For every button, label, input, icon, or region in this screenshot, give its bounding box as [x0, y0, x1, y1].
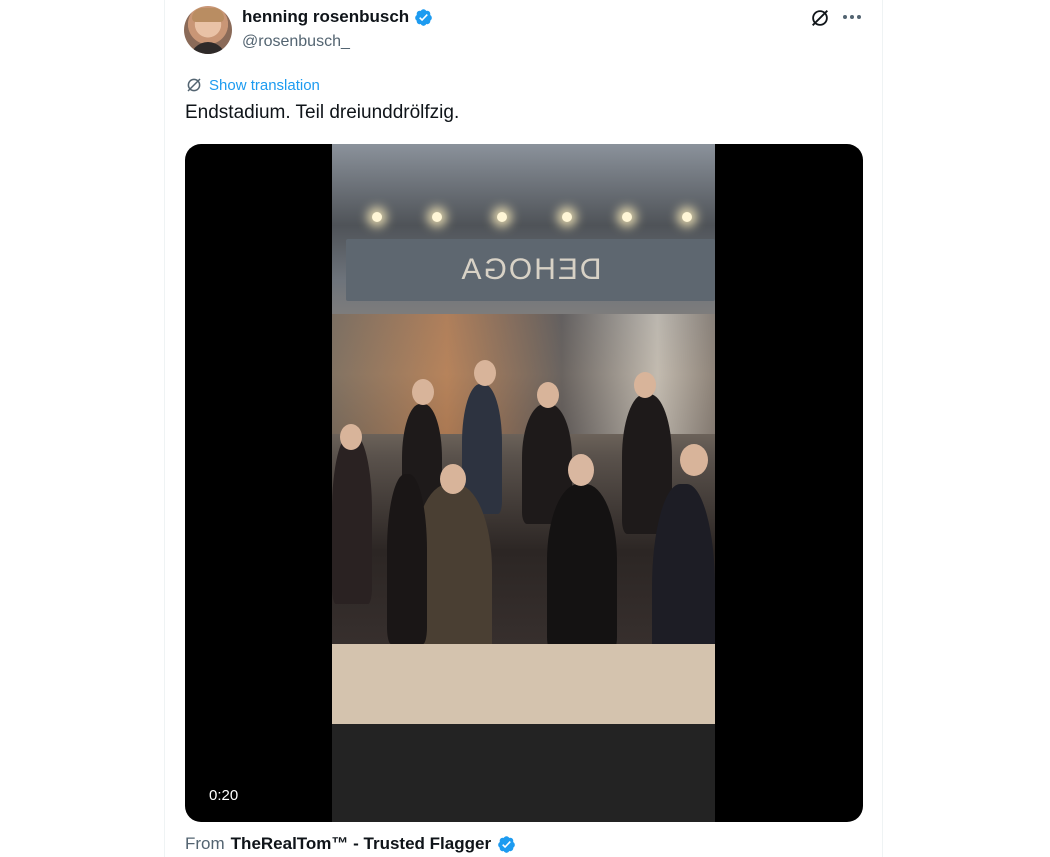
video-frame[interactable]: DEHOGA — [332, 144, 715, 822]
video-source-attribution: From TheRealTom™ - Trusted Flagger — [185, 834, 516, 854]
video-duration: 0:20 — [209, 787, 239, 804]
author-name[interactable]: henning rosenbusch — [242, 7, 409, 27]
source-account-link[interactable]: TheRealTom™ - Trusted Flagger — [231, 834, 491, 854]
stage — [332, 644, 715, 724]
author-avatar[interactable] — [184, 6, 232, 54]
crowd — [332, 360, 715, 714]
grok-icon[interactable] — [809, 7, 831, 29]
more-options-icon[interactable] — [842, 9, 862, 25]
author-handle[interactable]: @rosenbusch_ — [242, 33, 350, 51]
show-translation-label[interactable]: Show translation — [209, 77, 320, 94]
translate-icon — [187, 78, 201, 92]
verified-badge-icon — [498, 835, 515, 853]
tweet-text: Endstadium. Teil dreiunddrölfzig. — [185, 102, 460, 123]
author-name-row[interactable]: henning rosenbusch — [242, 7, 433, 27]
from-label: From — [185, 834, 225, 853]
banner-text: DEHOGA — [459, 253, 602, 286]
ceiling-lights — [332, 206, 715, 226]
verified-badge-icon — [415, 8, 432, 26]
video-player[interactable]: DEHOGA 0:20 — [185, 144, 863, 822]
floor — [332, 724, 715, 822]
show-translation-link[interactable]: Show translation — [185, 76, 320, 94]
dehoga-banner: DEHOGA — [346, 239, 715, 301]
